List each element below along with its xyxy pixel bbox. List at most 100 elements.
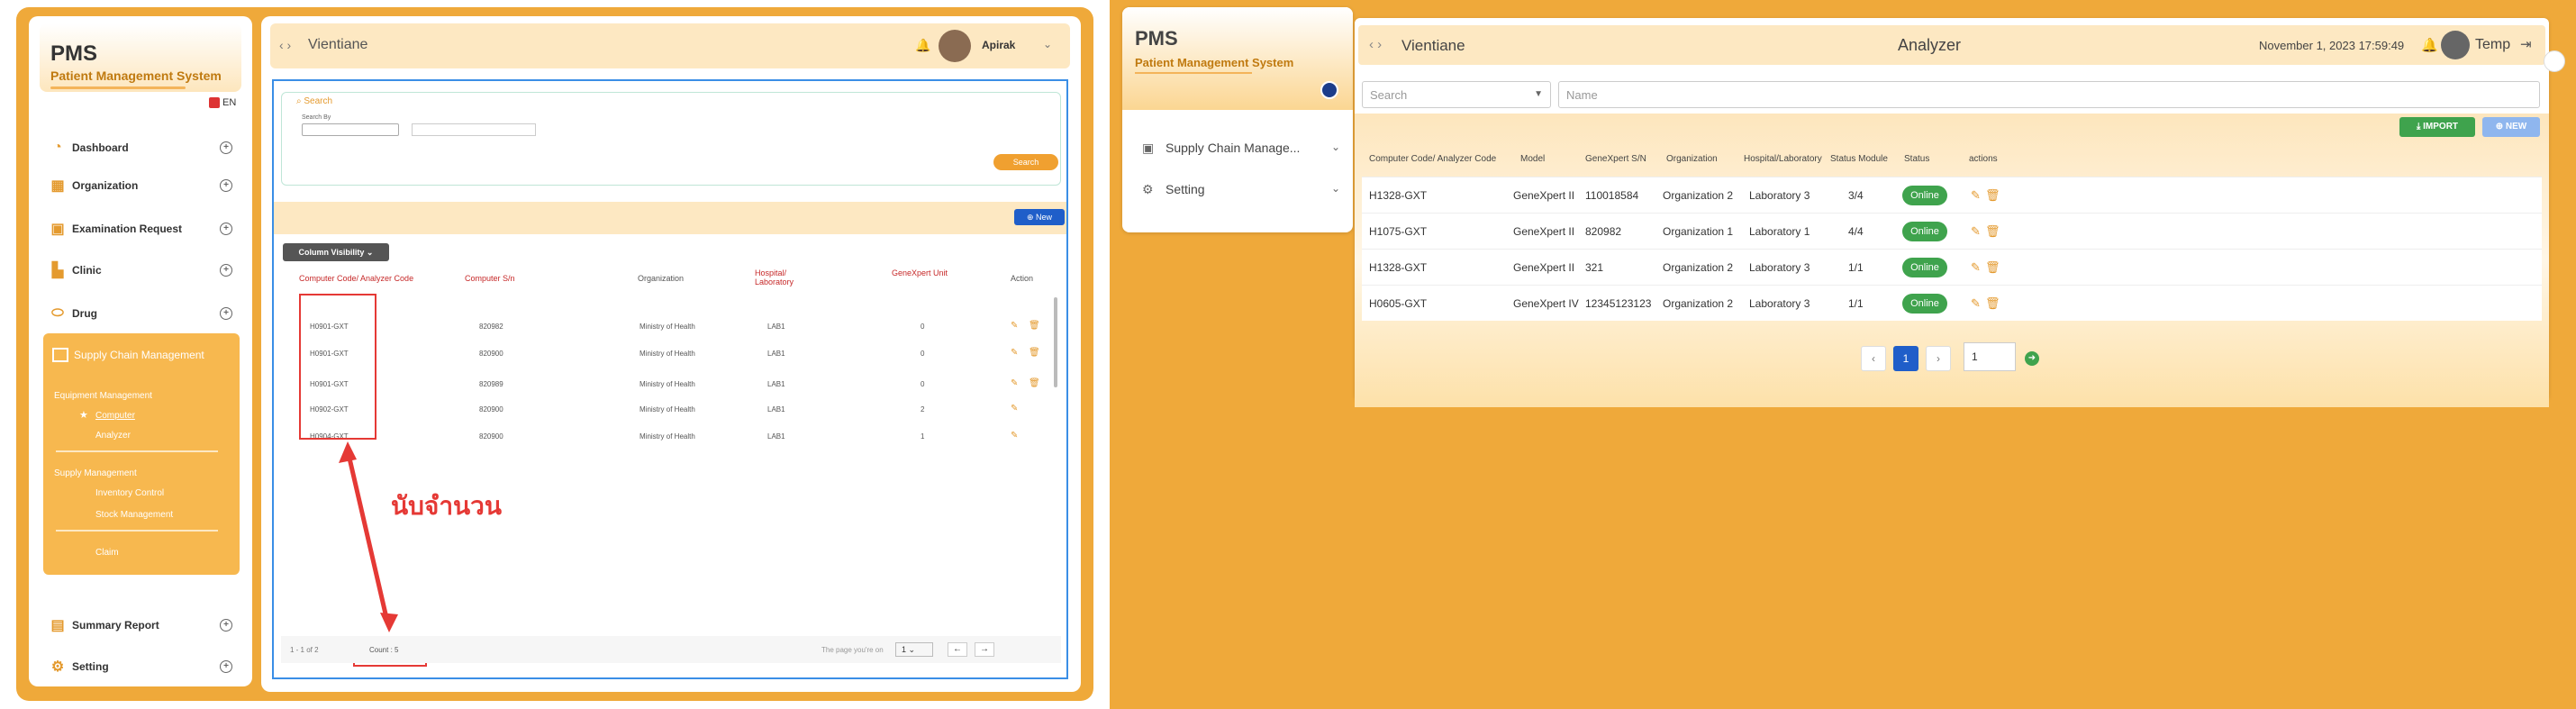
- table-cell-sn: 820982: [1585, 225, 1622, 238]
- table-row[interactable]: H1075-GXT GeneXpert II 820982 Organization …: [1362, 213, 2542, 249]
- annotation-arrow-icon: [339, 441, 398, 632]
- trash-icon[interactable]: 🗑: [1985, 260, 2000, 275]
- nav-arrows[interactable]: ‹ ›: [1369, 37, 1382, 52]
- trash-icon[interactable]: 🗑: [1985, 224, 2000, 239]
- trash-icon[interactable]: 🗑: [1029, 348, 1040, 358]
- search-by-label: Search By: [302, 114, 331, 121]
- avatar[interactable]: [939, 30, 971, 62]
- scrollbar[interactable]: [1054, 297, 1057, 387]
- brand-subtitle: Patient Management System: [50, 68, 222, 83]
- search-select[interactable]: Search ▼: [1362, 81, 1551, 108]
- next-page-button[interactable]: →: [975, 642, 994, 657]
- logout-icon[interactable]: ⇥: [2520, 36, 2532, 52]
- brand-underline: [50, 86, 186, 89]
- menu-item-organization[interactable]: ▦ Organization +: [40, 169, 241, 202]
- column-header[interactable]: Computer S/n: [465, 274, 515, 283]
- page-jump-input[interactable]: 1: [1964, 342, 2016, 371]
- column-header[interactable]: Organization: [638, 274, 684, 283]
- expand-icon: +: [220, 660, 232, 673]
- name-input[interactable]: Name: [1558, 81, 2540, 108]
- edit-icon[interactable]: ✎: [1011, 321, 1018, 331]
- supply-chain-icon: ▣: [1142, 141, 1155, 155]
- submenu-analyzer[interactable]: Analyzer: [95, 431, 131, 441]
- topbar-title: Vientiane: [1401, 37, 1465, 54]
- table-cell-status-module: 4/4: [1848, 225, 1864, 238]
- new-button[interactable]: ⊕ New: [1014, 209, 1065, 225]
- prev-page-button[interactable]: ‹: [1861, 346, 1886, 371]
- language-switch[interactable]: EN: [209, 97, 236, 109]
- table-cell-unit: 2: [921, 405, 925, 414]
- trash-icon[interactable]: 🗑: [1029, 378, 1040, 388]
- search-button[interactable]: Search: [993, 154, 1058, 170]
- chevron-down-icon[interactable]: ⌄: [1043, 38, 1052, 50]
- dashboard-icon: ◔: [53, 140, 62, 155]
- search-input[interactable]: [412, 123, 536, 136]
- corner-toggle-button[interactable]: [2544, 50, 2565, 72]
- table-row[interactable]: H1328-GXT GeneXpert II 321 Organization 2 La…: [1362, 249, 2542, 285]
- table-row[interactable]: H1328-GXT GeneXpert II 110018584 Organizati…: [1362, 177, 2542, 213]
- trash-icon[interactable]: 🗑: [1985, 188, 2000, 203]
- table-cell-sn: 820989: [479, 380, 503, 388]
- star-icon: ★: [79, 410, 88, 421]
- page-select[interactable]: 1 ⌄: [895, 642, 933, 657]
- submenu-stock-management[interactable]: Stock Management: [95, 510, 173, 520]
- trash-icon[interactable]: 🗑: [1985, 296, 2000, 311]
- bell-icon[interactable]: 🔔: [915, 38, 930, 53]
- flag-icon: [209, 97, 220, 109]
- left-screenshot: PMS Patient Management System EN ◔ Dashbo…: [16, 7, 1093, 701]
- menu-item-clinic[interactable]: ▙ Clinic +: [40, 254, 241, 286]
- column-header: Status: [1904, 154, 1930, 164]
- search-by-select[interactable]: [302, 123, 399, 136]
- submenu-claim[interactable]: Claim: [95, 548, 119, 558]
- status-badge: Online: [1902, 294, 1947, 314]
- edit-icon[interactable]: ✎: [1971, 188, 1981, 203]
- edit-icon[interactable]: ✎: [1011, 378, 1018, 388]
- table-cell-code: H0605-GXT: [1369, 297, 1428, 310]
- table-cell-status-module: 3/4: [1848, 189, 1864, 202]
- menu-item-examination[interactable]: ▣ Examination Request +: [40, 213, 241, 245]
- menu-label: Setting: [72, 660, 109, 673]
- column-header: Status Module: [1830, 154, 1888, 164]
- column-header[interactable]: Hospital/ Laboratory: [755, 268, 800, 286]
- nav-arrows[interactable]: ‹ ›: [279, 38, 291, 52]
- import-button[interactable]: ⤓ IMPORT: [2399, 117, 2475, 137]
- column-header[interactable]: GeneXpert Unit: [892, 268, 948, 277]
- menu-item-dashboard[interactable]: ◔ Dashboard +: [40, 132, 241, 164]
- edit-icon[interactable]: ✎: [1011, 404, 1018, 414]
- caret-down-icon: ▼: [1534, 89, 1543, 99]
- brand-title: PMS: [1135, 27, 1178, 50]
- column-visibility-button[interactable]: Column Visibility ⌄: [283, 243, 389, 261]
- menu-item-supply-chain[interactable]: ▣ Supply Chain Manage... ⌄: [1142, 141, 1340, 155]
- status-badge: Online: [1902, 258, 1947, 277]
- group-equipment: Equipment Management: [54, 391, 152, 401]
- column-header: actions: [1969, 154, 1998, 164]
- table-cell-sn: 12345123123: [1585, 297, 1652, 310]
- edit-icon[interactable]: ✎: [1011, 431, 1018, 441]
- submenu-computer[interactable]: Computer: [95, 411, 135, 421]
- page-button-current[interactable]: 1: [1893, 346, 1918, 371]
- edit-icon[interactable]: ✎: [1011, 348, 1018, 358]
- flag-icon[interactable]: [1320, 81, 1338, 99]
- menu-item-drug[interactable]: ⬭ Drug +: [40, 297, 241, 330]
- prev-page-button[interactable]: ←: [948, 642, 967, 657]
- new-button[interactable]: ⊕ NEW: [2482, 117, 2540, 137]
- bell-icon[interactable]: 🔔: [2421, 37, 2438, 53]
- gear-icon: ⚙: [1142, 182, 1154, 196]
- table-row[interactable]: H0605-GXT GeneXpert IV 12345123123 Organiza…: [1362, 285, 2542, 321]
- avatar[interactable]: [2441, 31, 2470, 59]
- go-arrow-icon[interactable]: ➜: [2025, 351, 2039, 366]
- column-visibility-label: Column Visibility: [298, 248, 365, 257]
- edit-icon[interactable]: ✎: [1971, 296, 1981, 311]
- menu-item-setting[interactable]: ⚙ Setting +: [40, 650, 241, 683]
- table-cell-unit: 0: [921, 380, 925, 388]
- edit-icon[interactable]: ✎: [1971, 260, 1981, 275]
- menu-item-setting[interactable]: ⚙ Setting ⌄: [1142, 182, 1340, 196]
- edit-icon[interactable]: ✎: [1971, 224, 1981, 239]
- menu-item-summary-report[interactable]: ▤ Summary Report +: [40, 609, 241, 641]
- table-cell-lab: LAB1: [767, 405, 785, 414]
- submenu-inventory-control[interactable]: Inventory Control: [95, 488, 164, 498]
- next-page-button[interactable]: ›: [1926, 346, 1951, 371]
- trash-icon[interactable]: 🗑: [1029, 321, 1040, 331]
- supply-chain-header[interactable]: Supply Chain Management: [52, 348, 204, 362]
- column-header[interactable]: Computer Code/ Analyzer Code: [299, 274, 413, 283]
